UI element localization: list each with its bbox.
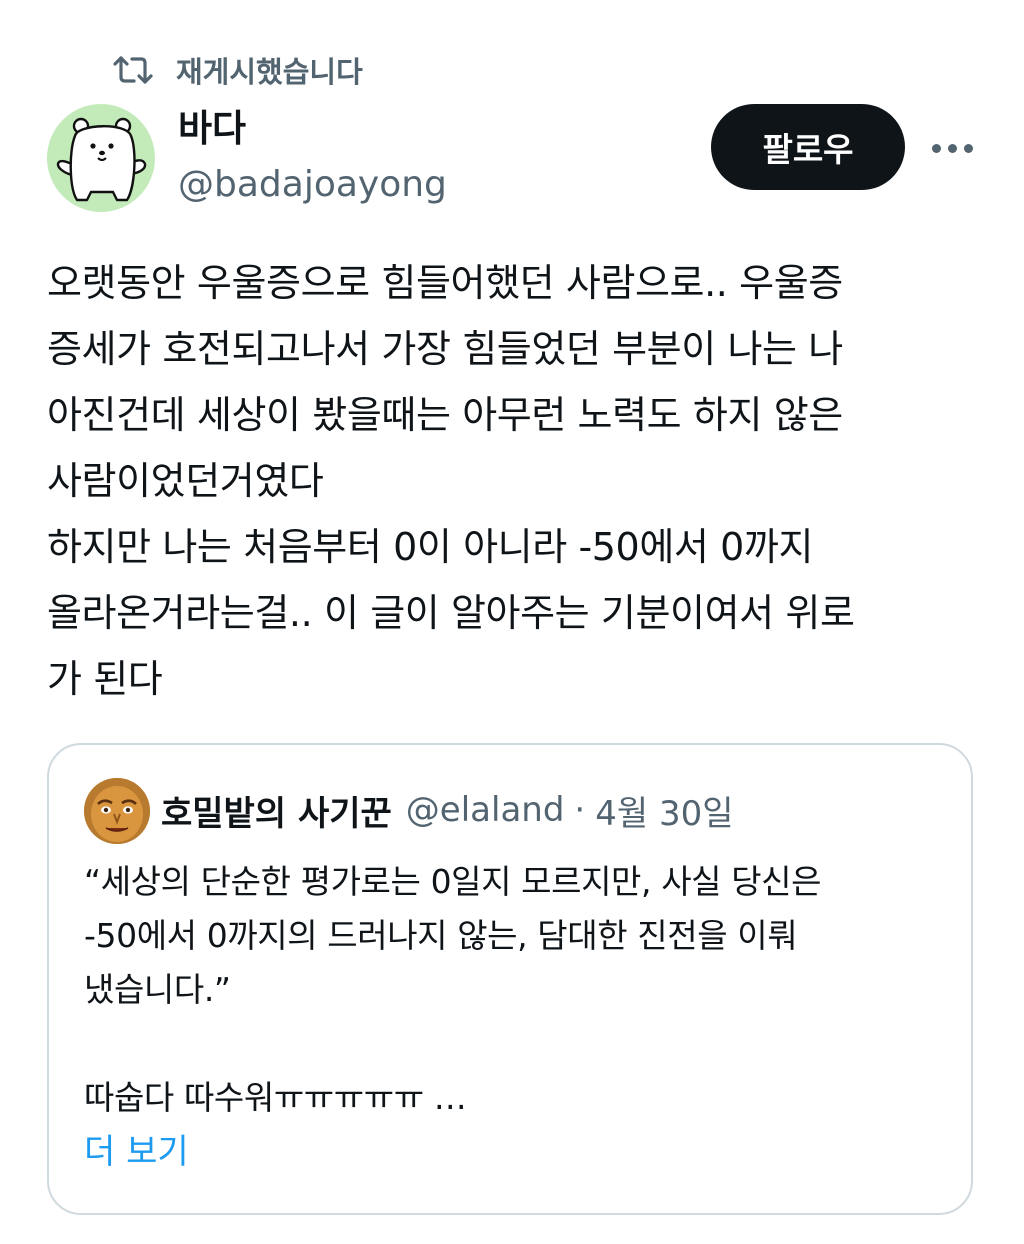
repost-label: 재게시했습니다: [176, 55, 363, 89]
show-more-link[interactable]: 더 보기: [84, 1125, 189, 1179]
quote-text: “세상의 단순한 평가로는 0일지 모르지만, 사실 당신은 -50에서 0까지…: [84, 862, 822, 1117]
quote-tweet-card[interactable]: 호밀밭의 사기꾼 @elaland · 4월 30일 “세상의 단순한 평가로는…: [47, 743, 973, 1215]
quote-avatar[interactable]: [84, 778, 150, 844]
avatar[interactable]: [47, 104, 155, 212]
face-icon: [84, 778, 150, 844]
author-handle[interactable]: @badajoayong: [178, 160, 447, 210]
follow-button[interactable]: 팔로우: [711, 104, 905, 190]
more-icon[interactable]: [924, 124, 980, 172]
quote-header: 호밀밭의 사기꾼 @elaland · 4월 30일: [161, 783, 734, 837]
repost-indicator[interactable]: 재게시했습니다: [112, 48, 363, 92]
quote-author-name[interactable]: 호밀밭의 사기꾼: [161, 786, 392, 835]
tweet-text: 오랫동안 우울증으로 힘들어했던 사람으로.. 우울증 증세가 호전되고나서 가…: [47, 261, 855, 701]
quote-separator: ·: [574, 790, 586, 830]
quote-author-handle[interactable]: @elaland: [406, 790, 565, 830]
bear-icon: [56, 117, 147, 202]
repost-icon: [112, 55, 154, 85]
quote-date[interactable]: 4월 30일: [595, 786, 733, 835]
author-name[interactable]: 바다: [178, 104, 246, 154]
